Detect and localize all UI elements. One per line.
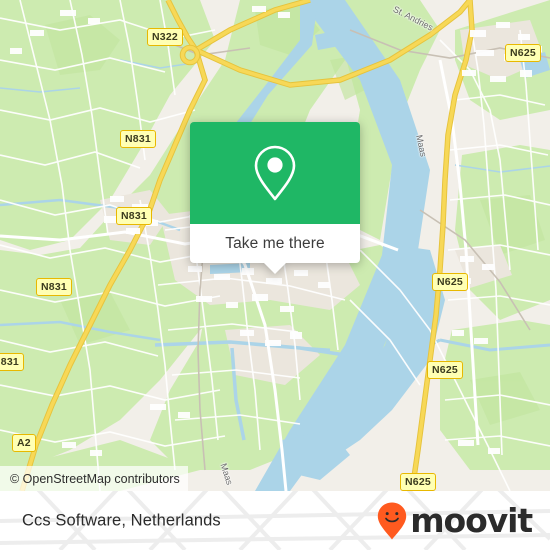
moovit-pin-icon (378, 502, 407, 539)
popup-action-panel[interactable]: Take me there (190, 224, 360, 274)
road-shield: N625 (400, 473, 436, 491)
road-shield: N831 (36, 278, 72, 296)
map-canvas[interactable]: N322 N831 N831 N831 N831 A2 N625 N625 N6… (0, 0, 550, 491)
road-shield: A2 (12, 434, 36, 452)
location-popup-card[interactable]: Take me there (190, 122, 360, 274)
moovit-brand[interactable]: moovit (376, 501, 533, 541)
footer-bar: Ccs Software, Netherlands moovit (0, 491, 550, 550)
popup-icon-panel (190, 122, 360, 224)
road-shield: N625 (427, 361, 463, 379)
road-shield: N625 (432, 273, 468, 291)
moovit-map-screen: N322 N831 N831 N831 N831 A2 N625 N625 N6… (0, 0, 550, 550)
road-shield: N831 (120, 130, 156, 148)
road-shield: N625 (505, 44, 541, 62)
moovit-wordmark: moovit (410, 501, 533, 540)
road-shield: N322 (147, 28, 183, 46)
location-pin-icon (254, 145, 296, 201)
osm-attribution-text: © OpenStreetMap contributors (10, 471, 180, 486)
road-shield: N831 (116, 207, 152, 225)
take-me-there-label: Take me there (225, 234, 325, 252)
road-shield: N831 (0, 353, 24, 371)
osm-attribution[interactable]: © OpenStreetMap contributors (0, 466, 188, 491)
popup-tail (264, 263, 286, 274)
place-title: Ccs Software, Netherlands (22, 511, 221, 529)
